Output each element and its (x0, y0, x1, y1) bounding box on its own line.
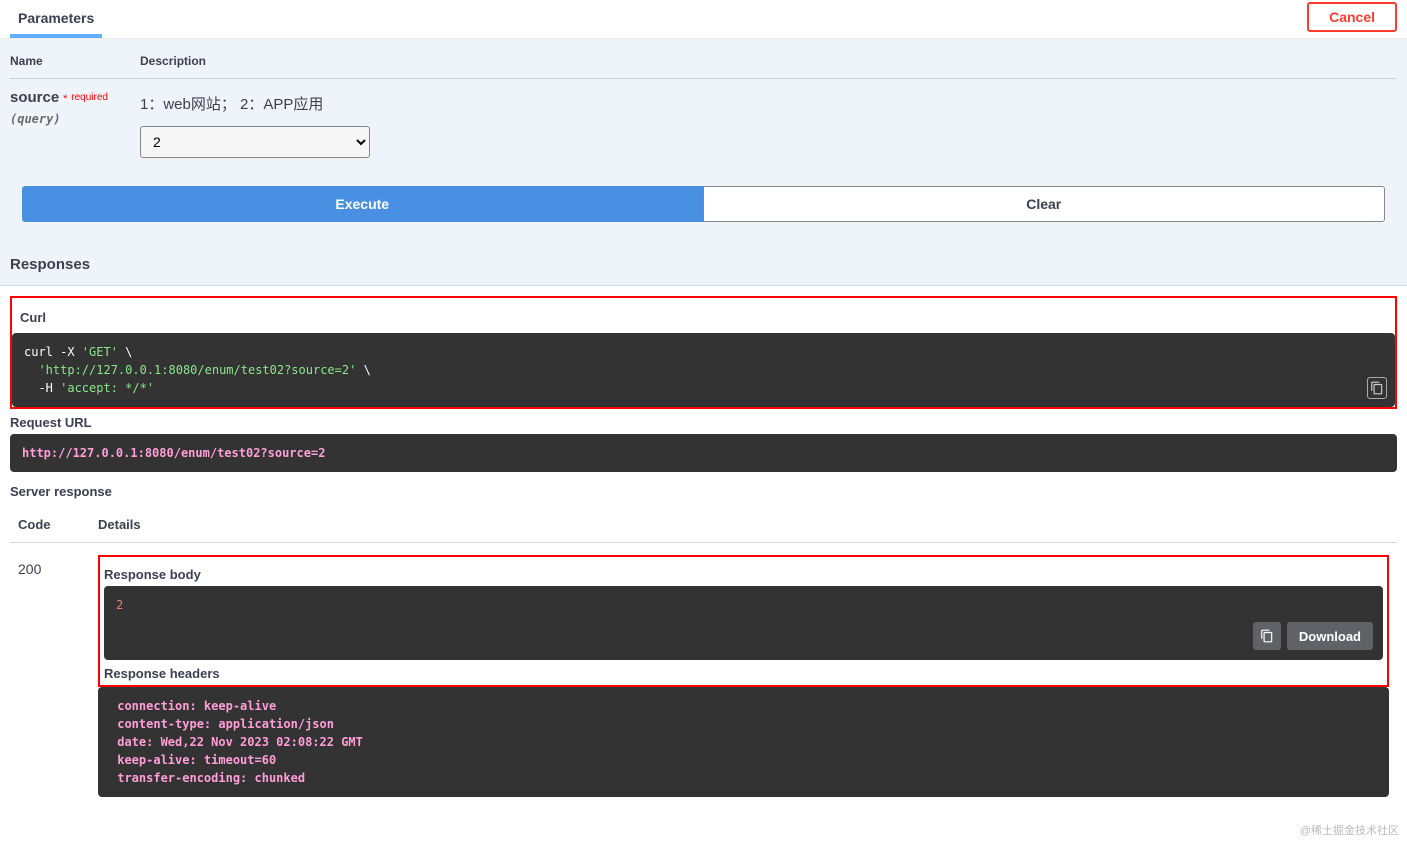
server-response-label: Server response (10, 484, 1397, 499)
col-header-details: Details (98, 517, 1389, 532)
required-star: * (63, 93, 67, 105)
response-body-label: Response body (104, 567, 1383, 582)
responses-header: Responses (0, 242, 1407, 286)
param-select-source[interactable]: 2 (140, 126, 370, 158)
response-body-block: 2 Download (104, 586, 1383, 660)
required-label: required (71, 92, 108, 103)
response-headers-block: connection: keep-alive content-type: app… (98, 687, 1389, 797)
curl-code: curl -X 'GET' \ 'http://127.0.0.1:8080/e… (12, 333, 1395, 407)
param-name: source (10, 89, 59, 106)
col-header-description: Description (140, 54, 1397, 68)
response-headers-label: Response headers (104, 666, 1383, 681)
tab-parameters[interactable]: Parameters (10, 0, 102, 38)
copy-button[interactable] (1253, 622, 1281, 650)
copy-icon[interactable] (1367, 377, 1387, 399)
watermark: @稀土掘金技术社区 (1300, 822, 1399, 838)
col-header-name: Name (10, 54, 140, 68)
execute-button[interactable]: Execute (22, 186, 703, 222)
param-type: (query) (10, 112, 140, 126)
cancel-button[interactable]: Cancel (1307, 2, 1397, 32)
request-url-block: http://127.0.0.1:8080/enum/test02?source… (10, 434, 1397, 472)
response-body-highlight: Response body 2 Download Response header… (98, 555, 1389, 687)
download-button[interactable]: Download (1287, 622, 1373, 650)
col-header-code: Code (18, 517, 98, 532)
param-row-source: source * required (query) 1：web网站； 2：APP… (10, 79, 1397, 158)
curl-highlight: Curl curl -X 'GET' \ 'http://127.0.0.1:8… (10, 296, 1397, 409)
clear-button[interactable]: Clear (703, 186, 1386, 222)
curl-label: Curl (12, 304, 1395, 329)
status-code: 200 (18, 555, 98, 797)
request-url-label: Request URL (10, 415, 1397, 430)
param-description: 1：web网站； 2：APP应用 (140, 93, 1397, 114)
parameters-panel: Name Description source * required (quer… (0, 39, 1407, 242)
